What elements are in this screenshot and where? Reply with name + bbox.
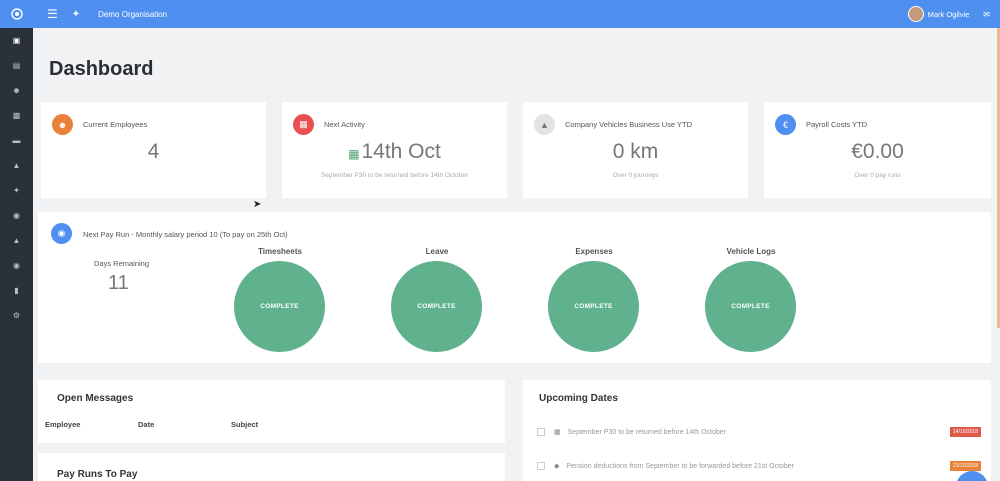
sidebar: ▣ ▤ ☻ ▩ ▬ ▲ ✦ ◉ ▲ ◉ ▮ ⚙	[0, 28, 33, 481]
step-status-circle[interactable]: COMPLETE	[391, 261, 482, 352]
main-content: Dashboard ☻ Current Employees 4 ▦ Next A…	[33, 28, 1000, 481]
panel-title: Pay Runs To Pay	[57, 469, 138, 480]
car-icon: ▲	[12, 161, 21, 170]
stat-label: Next Activity	[324, 120, 365, 129]
users-icon: ☻	[12, 86, 21, 95]
briefcase-icon: ▩	[12, 111, 21, 120]
panel-title: Upcoming Dates	[539, 393, 618, 404]
date-badge: 14/10/2018	[949, 427, 981, 437]
calendar-icon: ▦	[554, 429, 561, 436]
list-item[interactable]: ▦ September P30 to be returned before 14…	[537, 425, 981, 439]
euro-icon: €	[775, 114, 796, 135]
payroll-costs-card[interactable]: € Payroll Costs YTD €0.00 Over 0 pay run…	[764, 102, 991, 198]
step-title: Expenses	[575, 247, 613, 256]
date-badge: 21/10/2018	[949, 461, 981, 471]
upcoming-dates-panel: Upcoming Dates ▦ September P30 to be ret…	[523, 380, 991, 481]
step-expenses[interactable]: Expenses COMPLETE	[548, 247, 640, 352]
chat-icon: ◉	[13, 261, 20, 270]
users-icon: ☻	[52, 114, 73, 135]
step-title: Vehicle Logs	[726, 247, 776, 256]
open-messages-panel: Open Messages Employee Date Subject Pay …	[38, 380, 505, 481]
days-remaining-value: 11	[108, 272, 129, 294]
next-activity-card[interactable]: ▦ Next Activity ▦14th Oct September P30 …	[282, 102, 507, 198]
step-vehicle-logs[interactable]: Vehicle Logs COMPLETE	[705, 247, 797, 352]
card-icon: ▬	[12, 136, 21, 145]
sidebar-item-dashboard[interactable]: ▣	[0, 28, 33, 53]
sidebar-item-messages[interactable]: ◉	[0, 253, 33, 278]
days-remaining-label: Days Remaining	[94, 259, 150, 268]
column-header-employee[interactable]: Employee	[45, 420, 80, 429]
page-title: Dashboard	[49, 58, 154, 80]
mail-icon[interactable]: ✉	[983, 10, 990, 19]
mouse-cursor-icon: ➤	[253, 199, 262, 210]
sidebar-item-bank[interactable]: ▲	[0, 228, 33, 253]
sidebar-item-payments[interactable]: ▬	[0, 128, 33, 153]
stat-value-wrap: ▦14th Oct	[282, 140, 507, 164]
stat-value: 14th Oct	[361, 140, 441, 163]
magic-wand-icon[interactable]: ✦	[72, 9, 80, 20]
stat-sub: Over 0 journeys	[612, 172, 659, 179]
top-bar: ☰ ✦ Demo Organisation Mark Ogilvie ✉	[0, 0, 1000, 28]
step-status-circle[interactable]: COMPLETE	[705, 261, 796, 352]
avatar[interactable]	[907, 6, 924, 22]
gear-icon: ⚙	[12, 311, 21, 320]
step-title: Timesheets	[258, 247, 302, 256]
column-header-date[interactable]: Date	[138, 420, 154, 429]
document-icon: ▤	[12, 61, 21, 70]
checkbox[interactable]	[537, 462, 545, 470]
user-name[interactable]: Mark Ogilvie	[928, 10, 970, 19]
stat-value: €0.00	[851, 140, 904, 163]
panel-title: Open Messages	[57, 393, 134, 404]
sidebar-item-documents[interactable]: ▤	[0, 53, 33, 78]
next-pay-run-panel: ◉ Next Pay Run - Monthly salary period 1…	[38, 212, 991, 363]
stat-value: 0 km	[612, 140, 659, 163]
sidebar-item-payroll[interactable]: ▩	[0, 103, 33, 128]
stat-sub: September P30 to be returned before 14th…	[320, 172, 469, 179]
sidebar-item-reports[interactable]: ▮	[0, 278, 33, 303]
stat-sub: Over 0 pay runs	[854, 172, 901, 179]
stat-label: Current Employees	[83, 120, 148, 129]
current-employees-card[interactable]: ☻ Current Employees 4	[41, 102, 266, 198]
chart-icon: ▮	[14, 286, 19, 295]
step-status-circle[interactable]: COMPLETE	[234, 261, 325, 352]
stat-label: Payroll Costs YTD	[806, 120, 868, 129]
sidebar-item-employees[interactable]: ☻	[0, 78, 33, 103]
menu-icon[interactable]: ☰	[47, 7, 58, 21]
sidebar-item-settings[interactable]: ⚙	[0, 303, 33, 328]
sidebar-item-vehicles[interactable]: ▲	[0, 153, 33, 178]
diamond-icon: ◆	[554, 463, 560, 470]
organisation-name[interactable]: Demo Organisation	[98, 10, 167, 19]
company-vehicles-card[interactable]: ▲ Company Vehicles Business Use YTD 0 km…	[523, 102, 748, 198]
app-logo-icon[interactable]	[0, 0, 33, 28]
plane-icon: ✦	[13, 186, 20, 195]
calendar-icon: ▦	[348, 147, 360, 161]
calendar-icon: ▦	[293, 114, 314, 135]
sidebar-item-notifications[interactable]: ◉	[0, 203, 33, 228]
panel-divider	[38, 443, 505, 453]
checkbox[interactable]	[537, 428, 545, 436]
bank-icon: ▲	[12, 236, 21, 245]
list-item-text: Pension deductions from September to be …	[566, 462, 795, 470]
step-timesheets[interactable]: Timesheets COMPLETE	[234, 247, 326, 352]
car-icon: ▲	[534, 114, 555, 135]
bell-icon: ◉	[13, 211, 20, 220]
step-leave[interactable]: Leave COMPLETE	[391, 247, 483, 352]
stat-value: 4	[147, 140, 160, 163]
dashboard-icon: ▣	[12, 36, 21, 45]
stat-label: Company Vehicles Business Use YTD	[565, 120, 693, 129]
column-header-subject[interactable]: Subject	[231, 420, 258, 429]
pay-run-label: Next Pay Run - Monthly salary period 10 …	[83, 230, 288, 239]
sidebar-item-expenses[interactable]: ✦	[0, 178, 33, 203]
bell-icon: ◉	[51, 223, 72, 244]
step-title: Leave	[425, 247, 449, 256]
list-item[interactable]: ◆ Pension deductions from September to b…	[537, 459, 981, 473]
list-item-text: September P30 to be returned before 14th…	[567, 428, 727, 436]
step-status-circle[interactable]: COMPLETE	[548, 261, 639, 352]
